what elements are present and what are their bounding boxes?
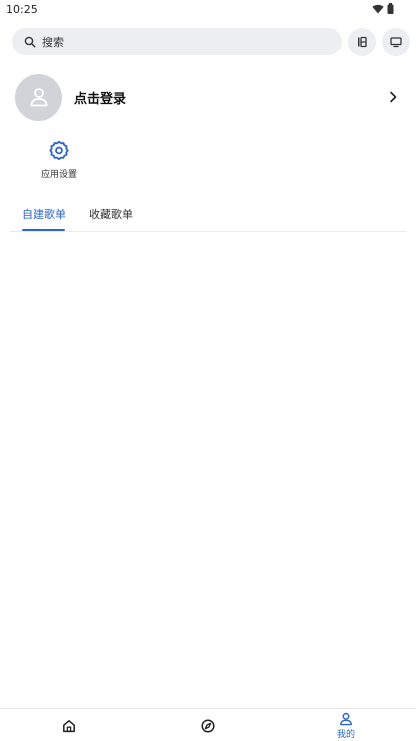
tv-button[interactable] — [382, 28, 410, 56]
tab-favorite-playlists[interactable]: 收藏歌单 — [89, 206, 133, 222]
wifi-icon — [372, 4, 384, 13]
history-icon — [358, 36, 367, 48]
nav-discover[interactable] — [178, 709, 238, 741]
gear-icon — [48, 139, 70, 161]
tab-indicator — [22, 229, 65, 231]
settings-shortcut[interactable]: 应用设置 — [35, 139, 83, 180]
nav-home[interactable] — [39, 709, 99, 741]
compass-icon — [201, 718, 215, 733]
nav-mine[interactable]: 我的 — [316, 709, 376, 741]
settings-label: 应用设置 — [40, 170, 77, 180]
home-icon — [63, 719, 75, 732]
tv-icon — [390, 37, 402, 48]
search-icon — [24, 36, 36, 48]
nav-mine-label: 我的 — [336, 729, 355, 740]
status-time: 10:25 — [6, 3, 38, 16]
user-icon — [340, 712, 352, 725]
tab-created-playlists[interactable]: 自建歌单 — [22, 206, 66, 222]
avatar[interactable] — [15, 73, 62, 121]
status-bar: 10:25 — [0, 0, 416, 20]
search-input[interactable]: 搜索 — [12, 28, 342, 55]
user-icon — [30, 88, 47, 107]
battery-icon — [387, 3, 394, 14]
history-button[interactable] — [348, 28, 376, 56]
login-label[interactable]: 点击登录 — [74, 88, 386, 107]
status-icons — [372, 3, 394, 14]
chevron-right-icon[interactable] — [386, 90, 400, 104]
playlist-tabs: 自建歌单 收藏歌单 — [10, 200, 406, 232]
bottom-nav: 我的 — [0, 708, 416, 741]
login-row[interactable]: 点击登录 — [15, 73, 410, 121]
search-placeholder: 搜索 — [42, 35, 64, 49]
